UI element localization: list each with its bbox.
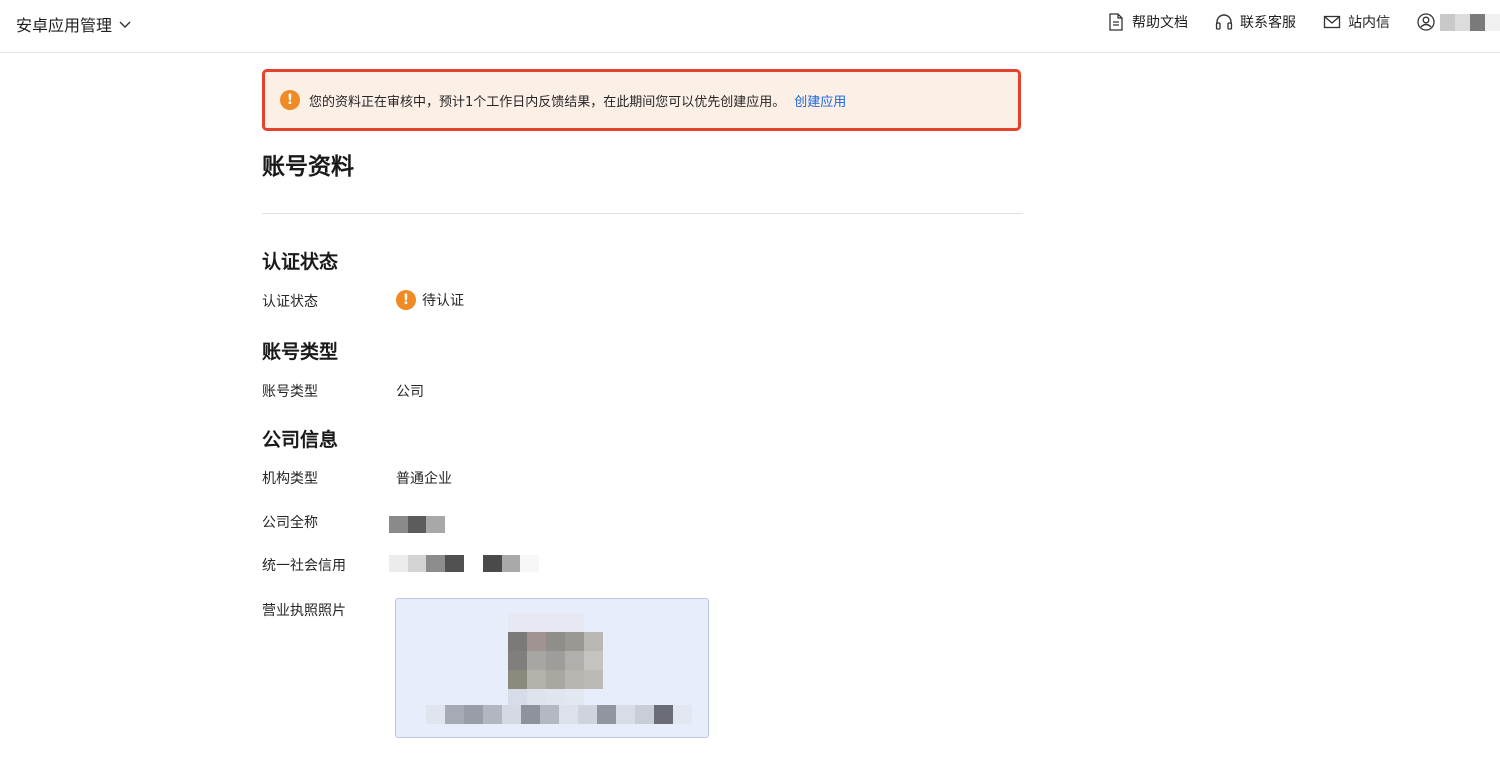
- user-name-redacted: [1440, 13, 1500, 31]
- chevron-down-icon: [119, 21, 131, 28]
- verification-section-title: 认证状态: [262, 251, 339, 273]
- app-title: 安卓应用管理: [16, 16, 113, 35]
- verification-status-label: 认证状态: [262, 294, 318, 310]
- contact-support-label: 联系客服: [1240, 15, 1296, 31]
- page-title: 账号资料: [262, 154, 354, 180]
- verification-status-text: 待认证: [422, 293, 464, 309]
- company-full-name-redacted: [389, 516, 445, 533]
- document-icon: [1109, 13, 1123, 31]
- org-type-label: 机构类型: [262, 471, 318, 487]
- warning-icon: !: [396, 290, 416, 310]
- org-type-value: 普通企业: [396, 471, 452, 487]
- alert-message: 您的资料正在审核中，预计1个工作日内反馈结果，在此期间您可以优先创建应用。: [309, 94, 786, 110]
- mail-icon: [1323, 15, 1341, 29]
- help-docs-label: 帮助文档: [1132, 15, 1188, 31]
- license-photo-redacted: [508, 613, 603, 708]
- top-bar: 安卓应用管理 帮助文档 联系客服 站内信: [0, 0, 1500, 53]
- create-app-link[interactable]: 创建应用: [794, 91, 846, 110]
- credit-code-redacted: [389, 555, 539, 572]
- inbox-label: 站内信: [1348, 15, 1390, 31]
- app-switcher[interactable]: 安卓应用管理: [16, 12, 132, 36]
- headset-icon: [1215, 14, 1233, 30]
- credit-code-label: 统一社会信用: [262, 558, 346, 574]
- inbox-link[interactable]: 站内信: [1322, 12, 1390, 32]
- warning-icon: !: [280, 90, 300, 110]
- license-text-redacted: [426, 705, 692, 724]
- contact-support-link[interactable]: 联系客服: [1214, 12, 1296, 32]
- account-type-value: 公司: [396, 384, 424, 400]
- verification-status-value: ! 待认证: [396, 290, 464, 310]
- company-full-name-label: 公司全称: [262, 515, 318, 531]
- review-alert: ! 您的资料正在审核中，预计1个工作日内反馈结果，在此期间您可以优先创建应用。 …: [262, 69, 1021, 131]
- user-icon: [1417, 13, 1435, 31]
- business-license-image[interactable]: [395, 598, 709, 738]
- divider: [262, 213, 1023, 214]
- user-menu[interactable]: [1416, 12, 1500, 32]
- help-docs-link[interactable]: 帮助文档: [1106, 12, 1188, 32]
- company-section-title: 公司信息: [262, 429, 339, 451]
- business-license-label: 营业执照照片: [262, 603, 346, 619]
- account-type-section-title: 账号类型: [262, 341, 339, 363]
- account-type-label: 账号类型: [262, 384, 318, 400]
- top-actions: 帮助文档 联系客服 站内信: [1106, 12, 1500, 32]
